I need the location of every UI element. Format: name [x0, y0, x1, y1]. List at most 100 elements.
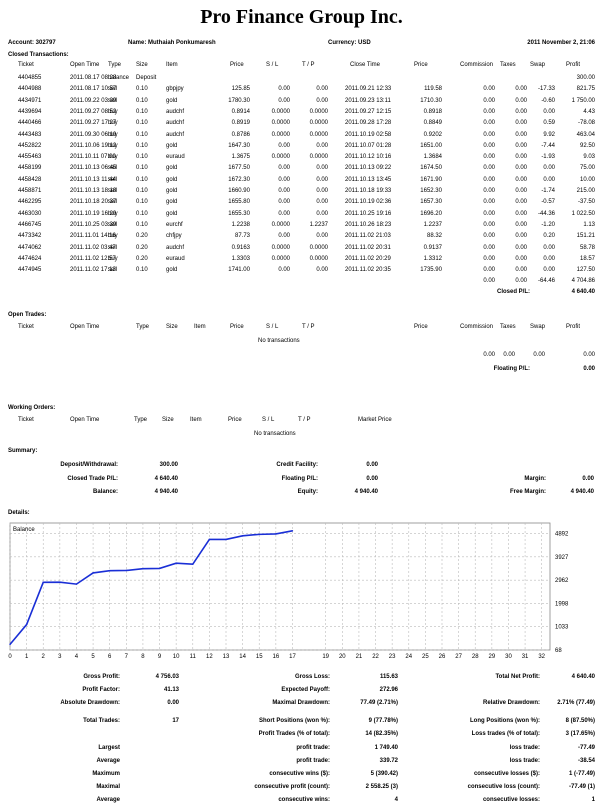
- table-cell: gold: [166, 176, 178, 183]
- stat-cell: Relative Drawdown:: [482, 700, 540, 706]
- table-cell: 0.00: [483, 176, 495, 183]
- stat-cell: Total Trades:: [83, 718, 120, 724]
- x-tick-label: 26: [439, 654, 446, 660]
- table-cell: 0.10: [136, 165, 148, 172]
- table-cell: 0.00: [515, 165, 527, 172]
- table-cell: 0.00: [515, 154, 527, 161]
- stat-cell: 4 640.40: [571, 674, 595, 680]
- stats-row: Maximal consecutive profit (count): 2 558.…: [0, 784, 603, 793]
- table-cell: sell: [108, 267, 118, 274]
- open-trades-header-row: Ticket Open Time Type Size Item Price S / L T /…: [0, 324, 603, 333]
- table-cell: 0.00: [483, 142, 495, 149]
- table-cell: buy: [108, 120, 118, 127]
- table-cell: 2011.10.13 13:45: [345, 176, 392, 183]
- table-cell: 1.3675: [231, 154, 250, 161]
- table-cell: buy: [108, 233, 118, 240]
- x-tick-label: 7: [125, 654, 129, 660]
- closed-transaction-row: 4466745 2011.10.25 03:39 sell 0.10 eurchf 1.2…: [0, 222, 603, 231]
- column-header: Open Time: [70, 417, 100, 423]
- table-cell: sell: [108, 86, 118, 93]
- margin-value: 0.00: [582, 476, 594, 482]
- working-orders-header-row: Ticket Open Time Type Size Item Price S / L T /…: [0, 417, 603, 426]
- table-cell: 0.00: [316, 97, 328, 104]
- table-cell: 0.00: [515, 176, 527, 183]
- table-cell: 2011.10.07 01:28: [345, 142, 392, 149]
- equity-label: Equity:: [297, 489, 318, 495]
- column-header: Swap: [530, 324, 546, 330]
- closed-trade-pl-value: 4 640.40: [154, 476, 178, 482]
- table-cell: 0.00: [316, 210, 328, 217]
- stat-cell: consecutive wins:: [278, 797, 330, 803]
- table-cell: 0.00: [483, 267, 495, 274]
- column-header: Price: [414, 62, 428, 68]
- column-header: Price: [228, 417, 242, 423]
- column-header: T / P: [302, 324, 315, 330]
- table-cell: 0.00: [278, 199, 290, 206]
- balance-point: [275, 533, 277, 535]
- summary-title: Summary:: [8, 448, 38, 454]
- stat-cell: 3 (17.65%): [565, 731, 595, 737]
- table-cell: 1655.80: [228, 199, 250, 206]
- x-tick-label: 10: [173, 654, 180, 660]
- table-cell: -1.74: [541, 188, 555, 194]
- stat-cell: 4: [394, 797, 398, 803]
- closed-pl-row: Closed P/L: 4 640.40: [0, 289, 603, 298]
- x-tick-label: 24: [405, 654, 412, 660]
- table-cell: 4.43: [583, 108, 595, 115]
- table-cell: gold: [166, 165, 178, 172]
- column-header: Price: [230, 324, 244, 330]
- table-cell: 0.00: [278, 210, 290, 217]
- closed-transaction-row: 4473342 2011.11.01 14:16 buy 0.20 chfjpy 87.7…: [0, 233, 603, 242]
- table-cell: 18.57: [579, 255, 595, 262]
- table-cell: 1.3303: [231, 255, 250, 262]
- stat-cell: -77.49: [577, 745, 595, 751]
- closed-transaction-row: 4439694 2011.09.27 08:52 buy 0.10 audchf 0.89…: [0, 109, 603, 118]
- table-cell: 0.00: [278, 233, 290, 240]
- table-cell: 151.21: [576, 233, 595, 240]
- column-header: Price: [230, 62, 244, 68]
- closed-transaction-row: 4443483 2011.09.30 06:10 buy 0.10 audchf 0.87…: [0, 132, 603, 141]
- column-header: S / L: [266, 324, 279, 330]
- table-cell: 0.00: [515, 199, 527, 206]
- x-tick-label: 6: [108, 654, 112, 660]
- closed-transaction-row: 4404855 2011.08.17 08:28 balance Deposit 300…: [0, 75, 603, 84]
- stat-cell: consecutive wins ($):: [269, 771, 330, 777]
- table-cell: 0.8849: [423, 120, 442, 127]
- stat-cell: -38.54: [577, 758, 595, 764]
- account-header: Account: 302797 Name: Muthaiah Ponkumare…: [0, 40, 603, 49]
- column-header: Ticket: [18, 62, 34, 68]
- column-header: Close Time: [350, 62, 381, 68]
- table-cell: 0.00: [543, 165, 555, 172]
- x-tick-label: 20: [339, 654, 346, 660]
- stat-cell: consecutive profit (count):: [254, 784, 330, 790]
- summary-row-3: Balance: 4 940.40 Equity: 4 940.40 Free …: [0, 489, 603, 498]
- table-cell: 0.00: [583, 352, 595, 358]
- table-cell: 0.00: [515, 221, 527, 228]
- table-cell: 0.00: [278, 267, 290, 274]
- table-cell: -78.08: [577, 120, 595, 127]
- table-cell: 2011.09.23 13:11: [345, 97, 391, 104]
- table-cell: 0.10: [136, 221, 148, 228]
- stat-cell: loss trade:: [509, 745, 540, 751]
- table-cell: 0.00: [278, 97, 290, 104]
- table-cell: 0.00: [278, 165, 290, 172]
- stat-cell: 339.72: [379, 758, 398, 764]
- table-cell: 2011.10.19 02:58: [345, 131, 392, 138]
- x-tick-label: 15: [256, 654, 263, 660]
- table-cell: 127.50: [576, 267, 595, 274]
- closed-transaction-row: 4452822 2011.10.06 19:12 buy 0.10 gold 1647.3…: [0, 143, 603, 152]
- stat-cell: -77.49 (1): [568, 784, 595, 790]
- table-cell: 0.00: [483, 278, 495, 285]
- stat-cell: Total Net Profit:: [495, 674, 540, 680]
- table-cell: chfjpy: [166, 233, 182, 240]
- table-cell: 4439694: [18, 108, 42, 115]
- table-cell: 1674.50: [420, 165, 442, 172]
- column-header: T / P: [302, 62, 315, 68]
- column-header: T / P: [298, 417, 311, 423]
- table-cell: -7.44: [541, 142, 555, 149]
- table-cell: Floating P/L:: [493, 366, 530, 372]
- table-cell: 4452822: [18, 142, 42, 149]
- x-tick-label: 22: [372, 654, 379, 660]
- table-cell: 0.00: [483, 131, 495, 138]
- table-cell: 0.0000: [271, 108, 290, 115]
